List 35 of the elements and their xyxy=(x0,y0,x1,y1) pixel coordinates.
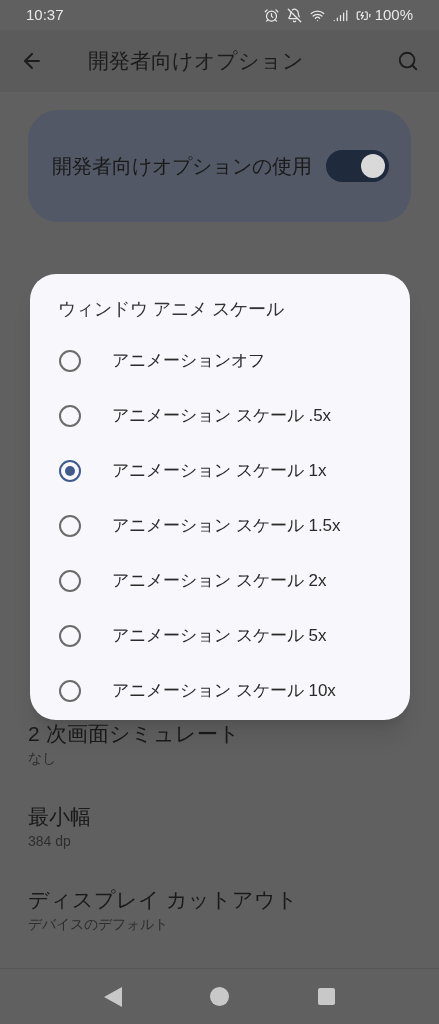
radio-label: アニメーション スケール .5x xyxy=(112,404,332,427)
radio-button[interactable] xyxy=(59,404,81,427)
status-time: 10:37 xyxy=(26,4,64,25)
radio-button[interactable] xyxy=(59,569,81,592)
radio-button[interactable] xyxy=(59,349,81,372)
radio-option[interactable]: アニメーション スケール 2x xyxy=(30,553,410,608)
radio-option[interactable]: アニメーション スケール 10x xyxy=(30,663,410,718)
radio-button[interactable] xyxy=(59,459,81,482)
radio-label: アニメーション スケール 2x xyxy=(112,569,327,592)
dialog-title: ウィンドウ アニメ スケール xyxy=(57,298,285,321)
radio-option[interactable]: アニメーション スケール 5x xyxy=(30,608,410,663)
back-nav-icon[interactable] xyxy=(104,986,123,1007)
radio-label: アニメーション スケール 1.5x xyxy=(112,514,341,537)
radio-option[interactable]: アニメーション スケール .5x xyxy=(30,388,410,443)
radio-button[interactable] xyxy=(59,624,81,647)
app-bar-title: 開発者向けオプション xyxy=(88,48,304,75)
alarm-icon xyxy=(263,7,279,23)
search-button[interactable] xyxy=(397,50,419,72)
mute-icon xyxy=(286,7,302,23)
radio-label: アニメーションオフ xyxy=(112,349,265,372)
radio-button[interactable] xyxy=(59,679,81,702)
radio-option[interactable]: アニメーションオフ xyxy=(30,333,410,388)
recents-nav-icon[interactable] xyxy=(317,988,335,1005)
battery-level: 100% xyxy=(374,4,413,25)
wifi-icon xyxy=(309,7,325,23)
main-switch-label: 開発者向けオプションの使用 xyxy=(52,154,312,179)
signal-icon xyxy=(332,7,348,23)
radio-label: アニメーション スケール 1x xyxy=(112,459,327,482)
toggle-switch[interactable] xyxy=(326,150,389,182)
radio-label: アニメーション スケール 10x xyxy=(112,679,336,702)
radio-option[interactable]: アニメーション スケール 1x xyxy=(30,443,410,498)
home-nav-icon[interactable] xyxy=(210,987,230,1006)
radio-label: アニメーション スケール 5x xyxy=(112,624,327,647)
radio-button[interactable] xyxy=(59,514,81,537)
radio-option[interactable]: アニメーション スケール 1.5x xyxy=(30,498,410,553)
